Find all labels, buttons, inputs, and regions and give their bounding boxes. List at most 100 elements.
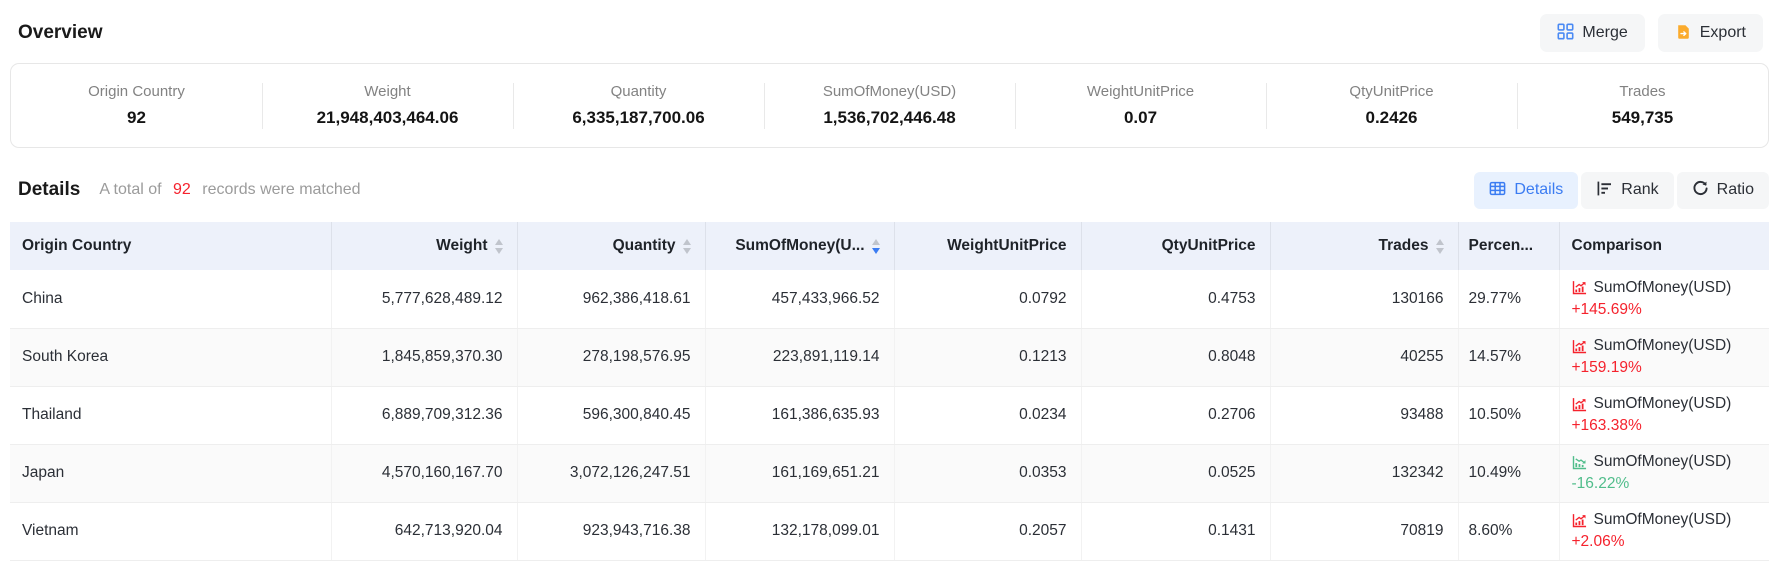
quantity-cell: 962,386,418.61 <box>517 270 705 328</box>
comparison-metric: SumOfMoney(USD) <box>1594 279 1732 297</box>
column-label: WeightUnitPrice <box>947 237 1066 255</box>
tab-details[interactable]: Details <box>1474 172 1578 209</box>
trend-up-chart-icon <box>1572 397 1587 412</box>
rank-bars-icon <box>1596 180 1613 201</box>
column-label: Origin Country <box>22 237 131 255</box>
comparison-cell: SumOfMoney(USD)+163.38% <box>1559 386 1769 444</box>
stat-value: 6,335,187,700.06 <box>513 108 764 128</box>
origin-country-cell: Vietnam <box>10 502 331 560</box>
column-label: QtyUnitPrice <box>1162 237 1256 255</box>
comparison-metric: SumOfMoney(USD) <box>1594 395 1732 413</box>
overview-stats-card: Origin Country 92 Weight 21,948,403,464.… <box>10 63 1769 148</box>
trend-up-chart-icon <box>1572 280 1587 295</box>
comparison-cell: SumOfMoney(USD)-16.22% <box>1559 444 1769 502</box>
summary-prefix: A total of <box>99 181 161 198</box>
weight-cell: 5,777,628,489.12 <box>331 270 517 328</box>
column-header-percen: Percen... <box>1458 222 1559 270</box>
quantity-cell: 923,943,716.38 <box>517 502 705 560</box>
column-header-weightunitprice: WeightUnitPrice <box>894 222 1081 270</box>
table-row: South Korea1,845,859,370.30278,198,576.9… <box>10 328 1769 386</box>
qty-unit-price-cell: 0.2706 <box>1081 386 1270 444</box>
stat-value: 92 <box>11 108 262 128</box>
sum-of-money-cell: 161,169,651.21 <box>705 444 894 502</box>
sum-of-money-cell: 457,433,966.52 <box>705 270 894 328</box>
trade-analysis-page: Overview Merge <box>0 0 1779 561</box>
weight-cell: 4,570,160,167.70 <box>331 444 517 502</box>
weight-cell: 6,889,709,312.36 <box>331 386 517 444</box>
qty-unit-price-cell: 0.4753 <box>1081 270 1270 328</box>
column-label: Weight <box>436 237 487 255</box>
table-row: Thailand6,889,709,312.36596,300,840.4516… <box>10 386 1769 444</box>
merge-button[interactable]: Merge <box>1540 14 1644 52</box>
sort-carets-icon <box>683 239 691 254</box>
comparison-metric: SumOfMoney(USD) <box>1594 453 1732 471</box>
stat-label: Quantity <box>513 83 764 100</box>
weight-cell: 1,845,859,370.30 <box>331 328 517 386</box>
column-label: Quantity <box>613 237 676 255</box>
column-header-quantity[interactable]: Quantity <box>517 222 705 270</box>
sort-carets-icon <box>495 239 503 254</box>
tab-rank[interactable]: Rank <box>1581 172 1673 209</box>
column-label: Trades <box>1379 237 1429 255</box>
weight-unit-price-cell: 0.0234 <box>894 386 1081 444</box>
tab-ratio-label: Ratio <box>1717 182 1754 198</box>
trades-cell: 40255 <box>1270 328 1458 386</box>
origin-country-cell: Thailand <box>10 386 331 444</box>
trend-up-chart-icon <box>1572 513 1587 528</box>
table-row: China5,777,628,489.12962,386,418.61457,4… <box>10 270 1769 328</box>
stat-label: QtyUnitPrice <box>1266 83 1517 100</box>
export-document-icon <box>1675 23 1692 44</box>
qty-unit-price-cell: 0.0525 <box>1081 444 1270 502</box>
stat-value: 0.2426 <box>1266 108 1517 128</box>
stat-origin-country: Origin Country 92 <box>11 79 262 132</box>
column-label: Percen... <box>1469 237 1534 255</box>
qty-unit-price-cell: 0.8048 <box>1081 328 1270 386</box>
merge-button-label: Merge <box>1582 25 1627 41</box>
quantity-cell: 3,072,126,247.51 <box>517 444 705 502</box>
comparison-metric: SumOfMoney(USD) <box>1594 337 1732 355</box>
percent-cell: 29.77% <box>1458 270 1559 328</box>
weight-unit-price-cell: 0.0792 <box>894 270 1081 328</box>
column-header-sumofmoney-u[interactable]: SumOfMoney(U... <box>705 222 894 270</box>
view-switch: Details Rank <box>1474 172 1769 209</box>
weight-cell: 642,713,920.04 <box>331 502 517 560</box>
sum-of-money-cell: 161,386,635.93 <box>705 386 894 444</box>
table-row: Vietnam642,713,920.04923,943,716.38132,1… <box>10 502 1769 560</box>
trades-cell: 132342 <box>1270 444 1458 502</box>
export-button[interactable]: Export <box>1658 14 1763 52</box>
comparison-change: +159.19% <box>1572 359 1770 377</box>
trend-down-chart-icon <box>1572 455 1587 470</box>
column-label: SumOfMoney(U... <box>735 237 864 255</box>
stat-value: 549,735 <box>1517 108 1768 128</box>
export-button-label: Export <box>1700 25 1746 41</box>
toolbar: Merge Export <box>1540 14 1763 52</box>
stat-trades: Trades 549,735 <box>1517 79 1768 132</box>
details-header: Details A total of 92 records were match… <box>10 171 1769 209</box>
stat-weight: Weight 21,948,403,464.06 <box>262 79 513 132</box>
weight-unit-price-cell: 0.1213 <box>894 328 1081 386</box>
comparison-cell: SumOfMoney(USD) +159.19% <box>1559 328 1769 386</box>
merge-grid-icon <box>1557 23 1574 44</box>
comparison-cell: SumOfMoney(USD)+2.06% <box>1559 502 1769 560</box>
sort-carets-icon <box>872 239 880 254</box>
tab-ratio[interactable]: Ratio <box>1677 172 1769 209</box>
comparison-cell: SumOfMoney(USD)+145.69% <box>1559 270 1769 328</box>
column-header-qtyunitprice: QtyUnitPrice <box>1081 222 1270 270</box>
qty-unit-price-cell: 0.1431 <box>1081 502 1270 560</box>
stat-value: 21,948,403,464.06 <box>262 108 513 128</box>
column-label: Comparison <box>1572 237 1662 255</box>
stat-qty-unit-price: QtyUnitPrice 0.2426 <box>1266 79 1517 132</box>
tab-details-label: Details <box>1514 182 1563 198</box>
origin-country-cell: China <box>10 270 331 328</box>
stat-label: Origin Country <box>11 83 262 100</box>
trades-cell: 130166 <box>1270 270 1458 328</box>
column-header-trades[interactable]: Trades <box>1270 222 1458 270</box>
quantity-cell: 596,300,840.45 <box>517 386 705 444</box>
stat-weight-unit-price: WeightUnitPrice 0.07 <box>1015 79 1266 132</box>
column-header-weight[interactable]: Weight <box>331 222 517 270</box>
percent-cell: 10.50% <box>1458 386 1559 444</box>
column-header-comparison: Comparison <box>1559 222 1769 270</box>
sort-carets-icon <box>1436 239 1444 254</box>
overview-header: Overview Merge <box>10 0 1769 52</box>
percent-cell: 14.57% <box>1458 328 1559 386</box>
